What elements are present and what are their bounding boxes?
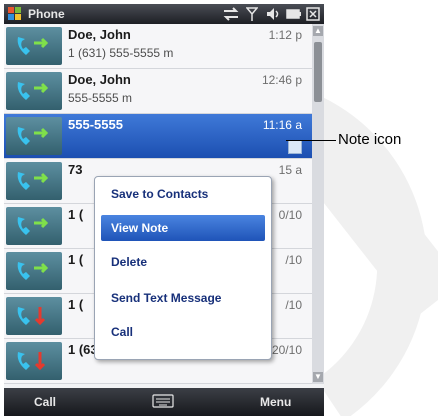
- contact-name: Doe, John: [68, 27, 131, 42]
- contact-number: 1 (631) 555-5555 m: [68, 46, 174, 60]
- call-time: /10: [285, 253, 302, 267]
- app-title: Phone: [28, 7, 65, 21]
- note-icon-callout-label: Note icon: [338, 131, 402, 148]
- menu-item-call[interactable]: Call: [101, 319, 265, 345]
- menu-item-save-to-contacts[interactable]: Save to Contacts: [101, 181, 265, 207]
- contact-name: Doe, John: [68, 72, 131, 87]
- outgoing-call-icon: [6, 207, 62, 245]
- call-log-row[interactable]: Doe, John 1 (631) 555-5555 m 1:12 p: [4, 24, 312, 69]
- signal-icon[interactable]: [246, 6, 258, 22]
- outgoing-call-icon: [6, 252, 62, 290]
- call-time: /10: [285, 298, 302, 312]
- callout-line: [286, 140, 336, 141]
- close-icon[interactable]: [306, 6, 320, 22]
- contact-name: 1 (: [68, 207, 84, 222]
- contact-name: 555-5555: [68, 117, 123, 132]
- call-log-row[interactable]: Doe, John 555-5555 m 12:46 p: [4, 69, 312, 114]
- scrollbar[interactable]: ▲ ▼: [312, 24, 324, 384]
- call-time: 1:12 p: [268, 28, 302, 42]
- contact-number: 555-5555 m: [68, 91, 133, 105]
- call-time: 11:16 a: [262, 118, 302, 132]
- call-time: 15 a: [278, 163, 302, 177]
- contact-name: 1 (: [68, 252, 84, 267]
- left-softkey-call[interactable]: Call: [34, 395, 56, 409]
- menu-item-send-text-message[interactable]: Send Text Message: [101, 285, 265, 311]
- title-bar: Phone: [4, 4, 324, 24]
- call-time: 0/10: [278, 208, 302, 222]
- outgoing-call-icon: [6, 72, 62, 110]
- battery-icon[interactable]: [286, 6, 302, 22]
- windows-logo-icon[interactable]: [8, 7, 22, 21]
- softkey-bar: Call Menu: [4, 388, 324, 416]
- call-log-row-selected[interactable]: 555-5555 11:16 a: [4, 114, 312, 159]
- phone-screen: Phone Doe, John 1 (631) 555-5555 m 1:12 …: [4, 4, 324, 416]
- scrollbar-thumb[interactable]: [314, 42, 322, 102]
- menu-item-view-note[interactable]: View Note: [101, 215, 265, 241]
- contact-name: 1 (: [68, 297, 84, 312]
- outgoing-call-icon: [6, 162, 62, 200]
- volume-icon[interactable]: [266, 6, 280, 22]
- contact-name: 73: [68, 162, 83, 177]
- keyboard-icon[interactable]: [152, 394, 174, 408]
- outgoing-call-icon: [6, 117, 62, 155]
- scroll-down-arrow-icon[interactable]: ▼: [313, 372, 323, 382]
- scroll-up-arrow-icon[interactable]: ▲: [313, 26, 323, 36]
- right-softkey-menu[interactable]: Menu: [260, 395, 291, 409]
- context-menu: Save to Contacts View Note Delete Send T…: [94, 176, 272, 360]
- missed-call-icon: [6, 297, 62, 335]
- connectivity-icon[interactable]: [222, 6, 240, 22]
- call-time: 12:46 p: [261, 73, 302, 87]
- note-icon[interactable]: [288, 140, 302, 154]
- missed-call-icon: [6, 342, 62, 380]
- outgoing-call-icon: [6, 27, 62, 65]
- menu-item-delete[interactable]: Delete: [101, 249, 265, 275]
